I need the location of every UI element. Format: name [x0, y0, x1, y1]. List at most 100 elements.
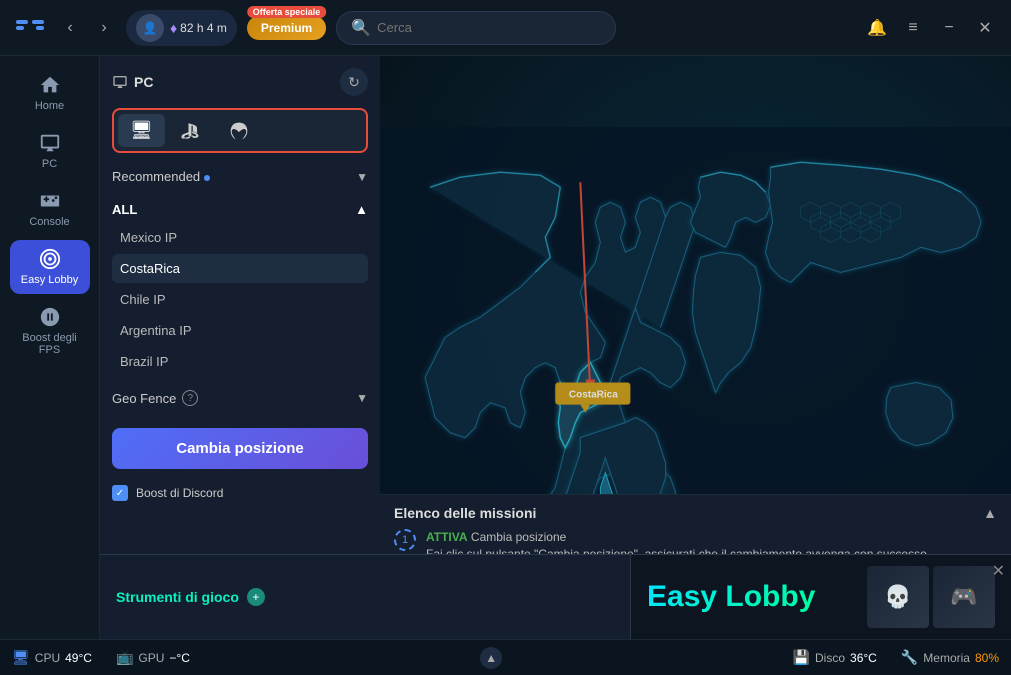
- platform-tabs: 🖥: [112, 108, 368, 153]
- disk-value: 36°C: [850, 651, 877, 665]
- list-button[interactable]: ≡: [899, 14, 927, 42]
- left-panel: PC ↻ 🖥 Recommended ▼: [100, 56, 380, 639]
- thumb-placeholder-2: 🎮: [933, 566, 995, 628]
- all-arrow: ▲: [355, 202, 368, 217]
- cpu-status: 🖥 CPU 49°C: [12, 649, 92, 666]
- sidebar-home-label: Home: [35, 100, 64, 112]
- discord-boost-checkbox[interactable]: ✓: [112, 485, 128, 501]
- recommended-label: Recommended: [112, 169, 210, 184]
- user-profile[interactable]: 👤 ♦ 82 h 4 m: [126, 10, 237, 46]
- memory-label: Memoria: [923, 651, 970, 665]
- gpu-label: GPU: [138, 651, 164, 665]
- sidebar-item-home[interactable]: Home: [10, 66, 90, 120]
- missions-header: Elenco delle missioni ▲: [394, 505, 997, 521]
- avatar: 👤: [136, 14, 164, 42]
- monitor-small-icon: [112, 74, 128, 90]
- missions-collapse-button[interactable]: ▲: [983, 505, 997, 521]
- cpu-label: CPU: [35, 651, 60, 665]
- pc-tab[interactable]: 🖥: [118, 114, 165, 147]
- location-mexico[interactable]: Mexico IP: [112, 223, 368, 252]
- search-input[interactable]: [377, 20, 601, 35]
- banner-close-button[interactable]: ✕: [992, 561, 1005, 581]
- sidebar-item-pc[interactable]: PC: [10, 124, 90, 178]
- sidebar-item-easy-lobby[interactable]: Easy Lobby: [10, 240, 90, 294]
- mission-num-1: 1: [394, 529, 416, 551]
- playstation-icon: [181, 121, 201, 141]
- recommended-section[interactable]: Recommended ▼: [112, 165, 368, 188]
- geo-info-icon: ?: [182, 390, 198, 406]
- location-brazil[interactable]: Brazil IP: [112, 347, 368, 376]
- notification-button[interactable]: 🔔: [863, 14, 891, 42]
- mission-status-1: ATTIVA: [426, 530, 468, 544]
- main-content: PC ↻ 🖥 Recommended ▼: [100, 56, 1011, 639]
- topbar: ‹ › 👤 ♦ 82 h 4 m Offerta speciale Premiu…: [0, 0, 1011, 56]
- easy-lobby-banner: Easy Lobby 💀 🎮 ✕: [631, 555, 1011, 639]
- location-chile[interactable]: Chile IP: [112, 285, 368, 314]
- sidebar-item-console[interactable]: Console: [10, 182, 90, 236]
- banner-thumb-2: 🎮: [933, 566, 995, 628]
- geo-fence-section[interactable]: Geo Fence ? ▼: [112, 384, 368, 412]
- location-costarica[interactable]: CostaRica: [112, 254, 368, 283]
- search-bar[interactable]: 🔍: [336, 11, 616, 45]
- recommended-arrow: ▼: [356, 170, 368, 184]
- logo-icon: [14, 12, 46, 44]
- change-position-button[interactable]: Cambia posizione: [112, 428, 368, 469]
- logo[interactable]: [12, 10, 48, 46]
- search-icon: 🔍: [351, 18, 371, 38]
- topbar-icons: 🔔 ≡ − ✕: [863, 14, 999, 42]
- premium-label: Premium: [261, 21, 312, 35]
- banner-thumbnails: 💀 🎮: [867, 566, 995, 628]
- xbox-icon: [229, 121, 249, 141]
- geo-fence-arrow: ▼: [356, 391, 368, 405]
- forward-button[interactable]: ›: [92, 16, 116, 40]
- gauge-icon: [39, 306, 61, 328]
- back-button[interactable]: ‹: [58, 16, 82, 40]
- recommended-dot: [204, 175, 210, 181]
- close-button[interactable]: ✕: [971, 14, 999, 42]
- discord-boost: ✓ Boost di Discord: [112, 485, 368, 501]
- status-bar-arrow-center: ▲: [214, 647, 769, 669]
- memory-status: 🔧 Memoria 80%: [901, 649, 999, 666]
- gamepad-icon: [39, 190, 61, 212]
- status-bar-up-button[interactable]: ▲: [480, 647, 502, 669]
- home-icon: [39, 74, 61, 96]
- cpu-icon: 🖥: [12, 649, 30, 666]
- location-argentina[interactable]: Argentina IP: [112, 316, 368, 345]
- sidebar-boost-fps-label: Boost degli FPS: [14, 332, 86, 356]
- all-section: ALL ▲ Mexico IP CostaRica Chile IP Argen…: [112, 198, 368, 376]
- sidebar: Home PC Console Easy Lobby Boost degli F…: [0, 56, 100, 639]
- platform-label: PC: [134, 74, 153, 90]
- svg-text:CostaRica: CostaRica: [569, 390, 618, 401]
- all-label: ALL ▲: [112, 198, 368, 223]
- xbox-tab[interactable]: [217, 114, 261, 147]
- gpu-status: 📺 GPU −°C: [116, 649, 190, 666]
- diamond-icon: ♦: [170, 20, 177, 36]
- map-area: CostaRica Mostra l'ora locale Elenco del…: [380, 56, 1011, 639]
- premium-button[interactable]: Offerta speciale Premium: [247, 16, 326, 40]
- mission-action-1: Cambia posizione: [471, 530, 566, 544]
- minimize-button[interactable]: −: [935, 14, 963, 42]
- memory-icon: 🔧: [901, 649, 918, 666]
- cpu-value: 49°C: [65, 651, 92, 665]
- location-list: Mexico IP CostaRica Chile IP Argentina I…: [112, 223, 368, 376]
- target-icon: [39, 248, 61, 270]
- disk-status: 💾 Disco 36°C: [793, 649, 877, 666]
- sidebar-item-boost-fps[interactable]: Boost degli FPS: [10, 298, 90, 364]
- geo-fence-label: Geo Fence ?: [112, 390, 198, 406]
- tools-panel: Strumenti di gioco +: [100, 555, 631, 639]
- missions-title: Elenco delle missioni: [394, 505, 536, 521]
- offerta-badge: Offerta speciale: [247, 6, 327, 18]
- thumb-placeholder-1: 💀: [867, 566, 929, 628]
- disk-icon: 💾: [793, 649, 810, 666]
- hours-badge: ♦ 82 h 4 m: [170, 20, 227, 36]
- gpu-value: −°C: [169, 651, 189, 665]
- disk-label: Disco: [815, 651, 845, 665]
- tools-banner-row: Strumenti di gioco + Easy Lobby 💀 🎮 ✕: [100, 554, 1011, 639]
- banner-title: Easy Lobby: [647, 580, 815, 614]
- refresh-button[interactable]: ↻: [340, 68, 368, 96]
- tools-plus-button[interactable]: +: [247, 588, 265, 606]
- gpu-icon: 📺: [116, 649, 133, 666]
- monitor-icon: [39, 132, 61, 154]
- sidebar-pc-label: PC: [42, 158, 57, 170]
- ps-tab[interactable]: [169, 114, 213, 147]
